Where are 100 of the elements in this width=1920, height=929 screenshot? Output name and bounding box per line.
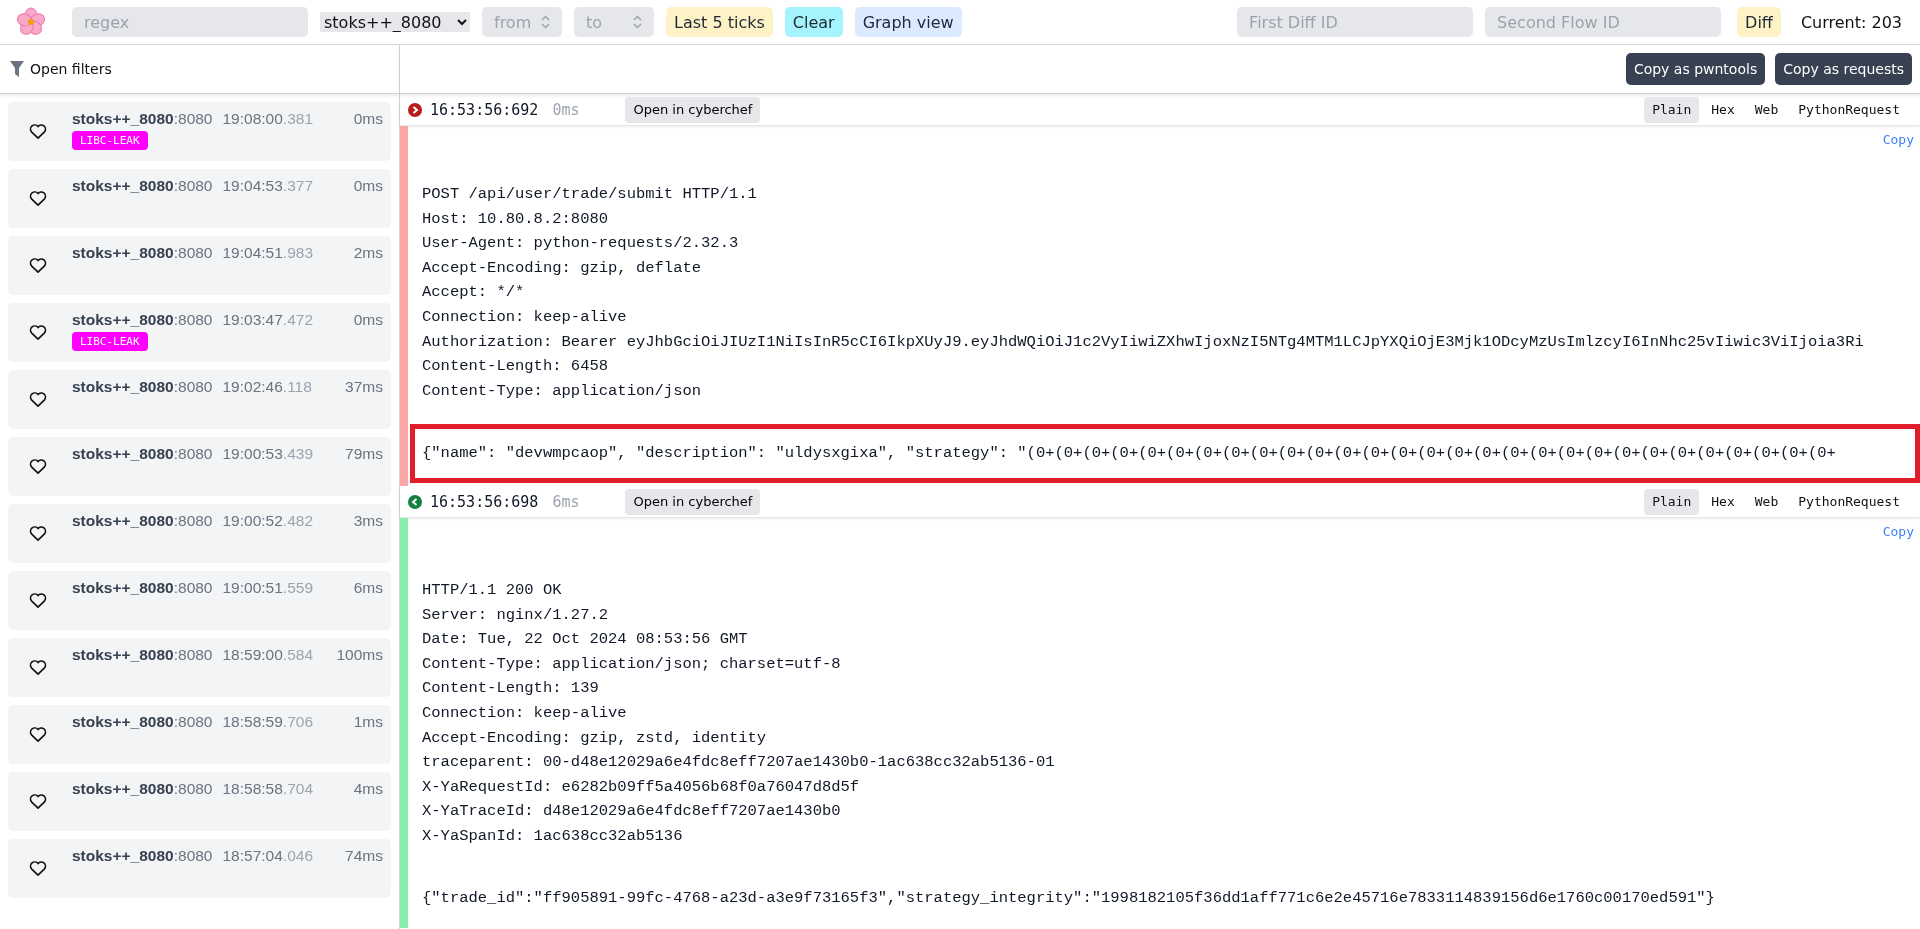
up-down-chevron-icon [541, 15, 550, 29]
duration-text: 6ms [353, 579, 383, 597]
host-text: stoks++_8080:8080 [72, 780, 213, 798]
copy-button[interactable]: Copy as requests [1775, 53, 1912, 85]
flow-list-item[interactable]: stoks++_8080:8080 19:04:51.983 2ms [8, 236, 391, 295]
timestamp: 18:58:58.704 [222, 780, 313, 798]
timestamp: 19:00:52.482 [222, 512, 313, 530]
view-tab[interactable]: Web [1746, 488, 1787, 515]
flow-list-item[interactable]: stoks++_8080:8080 19:00:51.559 6ms [8, 571, 391, 630]
heart-icon[interactable] [28, 389, 48, 409]
heart-icon[interactable] [28, 858, 48, 878]
host-text: stoks++_8080:8080 [72, 512, 213, 530]
host-text: stoks++_8080:8080 [72, 847, 213, 865]
timestamp: 19:04:53.377 [222, 177, 313, 195]
tag-badge: LIBC-LEAK [72, 131, 148, 150]
duration-text: 0ms [353, 110, 383, 128]
header-line: traceparent: 00-d48e12029a6e4fdc8eff7207ae1430b0-1ac638cc32ab5136-01 [422, 752, 1056, 774]
flow-list-item[interactable]: stoks++_8080:8080 18:57:04.046 74ms [8, 839, 391, 898]
view-tab[interactable]: Plain [1644, 96, 1700, 123]
header-line: Authorization: Bearer eyJhbGciOiJIUzI1NiIsInR5cCI6IkpXUyJ9.eyJhdWQiOiJ1c2VyIiwiZXhwIjoxNzI5NTg4MTM1LCJpYXQiOjE3Mjk1ODcyMzUsImlzcyI6InNhc25vIiwic3ViIjoia3Ri [422, 331, 1865, 353]
duration-text: 3ms [353, 512, 383, 530]
header-line: POST /api/user/trade/submit HTTP/1.1 [422, 184, 758, 205]
header-line: Content-Length: 6458 [422, 356, 610, 378]
flow-list-item[interactable]: stoks++_8080:8080 18:58:59.706 1ms [8, 705, 391, 764]
host-text: stoks++_8080:8080 [72, 579, 213, 597]
heart-icon[interactable] [28, 255, 48, 275]
flower-logo-icon [16, 7, 46, 37]
header-line: Accept-Encoding: gzip, deflate [422, 257, 703, 279]
body-line: {"trade_id":"ff905891-99fc-4768-a23d-a3e9f73165f3","strategy_integrity":"1998182105f36dd1aff771c6e2e45716e7833114839156d6e1760c00170ed591"} [422, 888, 1716, 910]
message-time: 16:53:56:692 [430, 100, 539, 119]
timestamp: 19:04:51.983 [222, 244, 313, 262]
header-line: Accept: */* [422, 282, 526, 304]
search-field[interactable]: regex [72, 7, 308, 37]
heart-icon[interactable] [28, 121, 48, 141]
timestamp: 18:58:59.706 [222, 713, 313, 731]
arrow-left-circle-icon [408, 494, 422, 509]
funnel-icon [10, 61, 24, 77]
message-time: 16:53:56:698 [430, 492, 539, 511]
header-line: HTTP/1.1 200 OK [422, 580, 563, 601]
view-tab[interactable]: Plain [1644, 488, 1700, 515]
duration-text: 79ms [345, 445, 383, 463]
open-filters-button[interactable]: Open filters [10, 61, 112, 77]
cyberchef-button[interactable]: Open in cyberchef [625, 96, 761, 123]
timestamp: 19:03:47.472 [222, 311, 313, 329]
header-line: Connection: keep-alive [422, 702, 628, 724]
flow-list-item[interactable]: stoks++_8080:8080 19:00:53.439 79ms [8, 437, 391, 496]
header-line: Content-Type: application/json; charset=utf-8 [422, 653, 842, 675]
first-diff-field[interactable]: First Diff ID [1237, 7, 1474, 37]
header-line: Content-Type: application/json [422, 380, 703, 402]
view-tab[interactable]: PythonRequest [1790, 488, 1908, 515]
heart-icon[interactable] [28, 523, 48, 543]
header-line: X-YaRequestId: e6282b09ff5a4056b68f0a76047d8d5f [422, 776, 861, 798]
duration-text: 37ms [345, 378, 383, 396]
view-tab[interactable]: Hex [1703, 488, 1743, 515]
flow-list-item[interactable]: stoks++_8080:8080 19:00:52.482 3ms [8, 504, 391, 563]
graph-button[interactable]: Graph view [854, 7, 962, 37]
flow-list-item[interactable]: stoks++_8080:8080 19:04:53.377 0ms [8, 169, 391, 228]
tag-badge: LIBC-LEAK [72, 332, 148, 351]
heart-icon[interactable] [28, 657, 48, 677]
heart-icon[interactable] [28, 188, 48, 208]
host-text: stoks++_8080:8080 [72, 646, 213, 664]
flow-list-item[interactable]: stoks++_8080:8080 18:58:58.704 4ms [8, 772, 391, 831]
timestamp: 18:59:00.584 [222, 646, 313, 664]
header-line: Server: nginx/1.27.2 [422, 604, 610, 626]
heart-icon[interactable] [28, 791, 48, 811]
host-text: stoks++_8080:8080 [72, 177, 213, 195]
header-line: Host: 10.80.8.2:8080 [422, 208, 610, 230]
up-down-chevron-icon [633, 15, 642, 29]
service-dropdown[interactable]: stoks++_8080 [320, 12, 470, 32]
second-flow-field[interactable]: Second Flow ID [1485, 7, 1722, 37]
diff-button[interactable]: Diff [1737, 7, 1781, 37]
flow-list-item[interactable]: stoks++_8080:8080 19:02:46.118 37ms [8, 370, 391, 429]
heart-icon[interactable] [28, 322, 48, 342]
header-line: Date: Tue, 22 Oct 2024 08:53:56 GMT [422, 629, 749, 651]
view-tab[interactable]: Hex [1703, 96, 1743, 123]
flow-list-item[interactable]: stoks++_8080:8080 18:59:00.584 100ms [8, 638, 391, 697]
flow-list-item[interactable]: stoks++_8080:8080 19:03:47.472 0ms LIBC-LEAK [8, 303, 391, 362]
timestamp: 19:02:46.118 [222, 378, 312, 396]
flow-list-item[interactable]: stoks++_8080:8080 19:08:00.381 0ms LIBC-LEAK [8, 102, 391, 161]
view-tab[interactable]: Web [1746, 96, 1787, 123]
host-text: stoks++_8080:8080 [72, 311, 213, 329]
duration-text: 0ms [353, 177, 383, 195]
delta-time: 0ms [552, 100, 580, 119]
header-line: Accept-Encoding: gzip, zstd, identity [422, 727, 768, 749]
copy-link[interactable]: Copy [1882, 132, 1914, 147]
timestamp: 19:08:00.381 [222, 110, 313, 128]
heart-icon[interactable] [28, 724, 48, 744]
duration-text: 1ms [353, 713, 383, 731]
timestamp: 18:57:04.046 [222, 847, 313, 865]
heart-icon[interactable] [28, 590, 48, 610]
cyberchef-button[interactable]: Open in cyberchef [625, 488, 761, 515]
host-text: stoks++_8080:8080 [72, 445, 213, 463]
ticks-button[interactable]: Last 5 ticks [666, 7, 773, 37]
host-text: stoks++_8080:8080 [72, 713, 213, 731]
copy-button[interactable]: Copy as pwntools [1625, 53, 1766, 85]
clear-button[interactable]: Clear [784, 7, 843, 37]
copy-link[interactable]: Copy [1882, 524, 1914, 539]
view-tab[interactable]: PythonRequest [1790, 96, 1908, 123]
arrow-right-circle-icon [408, 102, 422, 117]
heart-icon[interactable] [28, 456, 48, 476]
